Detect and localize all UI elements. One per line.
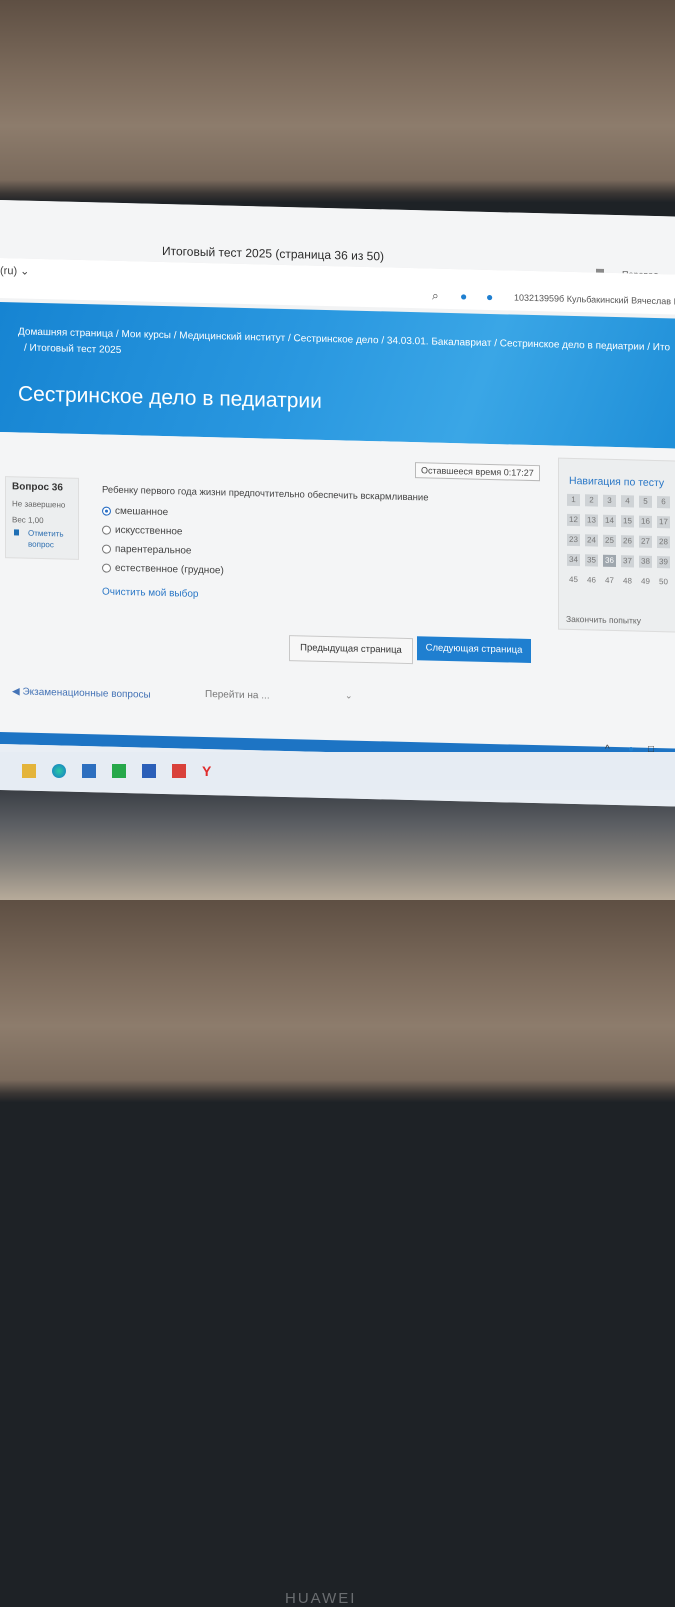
quiz-nav-cell[interactable]: 46 (585, 574, 598, 586)
quiz-nav-cell[interactable]: 34 (567, 553, 580, 567)
display-icon[interactable]: □ (648, 744, 654, 755)
quiz-navigation-title: Навигация по тесту (569, 474, 665, 490)
next-page-button[interactable]: Следующая страница (417, 636, 531, 663)
language-label: (ru) (0, 265, 18, 278)
quiz-nav-cell[interactable]: 3 (603, 494, 616, 508)
answer-option[interactable]: смешанное (102, 505, 168, 518)
radio-button[interactable] (102, 525, 111, 535)
quiz-nav-cell[interactable]: 24 (585, 534, 598, 547)
quiz-nav-cell[interactable]: 26 (621, 535, 634, 548)
taskbar (0, 752, 675, 790)
anydesk-icon[interactable] (172, 764, 186, 778)
quiz-nav-cell[interactable]: 39 (657, 556, 670, 569)
question-info: Вопрос 36 Не завершено Вес 1,00 Отметить… (5, 476, 79, 560)
radio-button[interactable] (102, 506, 111, 516)
question-state: Не завершено (12, 499, 66, 510)
quiz-nav-cell[interactable]: 47 (603, 575, 616, 587)
flag-icon[interactable] (14, 529, 19, 536)
radio-button[interactable] (102, 563, 111, 573)
answer-option[interactable]: искусственное (102, 524, 182, 537)
quiz-nav-cell[interactable]: 15 (621, 515, 634, 528)
quiz-nav-cell[interactable]: 12 (567, 513, 580, 527)
radio-button[interactable] (102, 544, 111, 554)
quiz-nav-cell[interactable]: 14 (603, 514, 616, 528)
laptop-screen: Итоговый тест 2025 (страница 36 из 50) П… (0, 200, 675, 807)
course-header (0, 302, 675, 449)
app-icon[interactable] (112, 764, 126, 778)
quiz-nav-cell[interactable]: 25 (603, 534, 616, 548)
laptop-bezel: HUAWEI (0, 790, 675, 1607)
store-icon[interactable] (82, 764, 96, 778)
finish-attempt-link[interactable]: Закончить попытку (566, 614, 641, 626)
quiz-nav-cell[interactable]: 37 (621, 555, 634, 568)
quiz-nav-cell[interactable]: 36 (603, 554, 616, 568)
quiz-nav-cell[interactable]: 2 (585, 494, 598, 507)
chevron-up-icon[interactable]: ^ (605, 744, 610, 755)
cloud-icon[interactable]: ● (628, 744, 634, 755)
chevron-down-icon: ⌄ (345, 690, 353, 701)
answer-option[interactable]: парентеральное (102, 543, 191, 557)
quiz-nav-cell[interactable]: 5 (639, 495, 652, 508)
previous-page-button[interactable]: Предыдущая страница (289, 635, 413, 665)
quiz-nav-cell[interactable]: 4 (621, 495, 634, 508)
question-weight: Вес 1,00 (12, 515, 44, 526)
quiz-nav-cell[interactable]: 28 (657, 536, 670, 549)
language-menu[interactable]: (ru) ⌄ (0, 264, 29, 278)
yandex-icon[interactable]: Y (202, 764, 216, 778)
laptop-brand: HUAWEI (285, 1590, 357, 1607)
chevron-down-icon: ⌄ (20, 265, 30, 278)
quiz-nav-cell[interactable]: 27 (639, 535, 652, 548)
edge-icon[interactable] (52, 764, 66, 778)
word-icon[interactable] (142, 764, 156, 778)
quiz-nav-cell[interactable]: 1 (567, 493, 580, 507)
quiz-nav-cell[interactable]: 48 (621, 575, 634, 587)
quiz-nav-cell[interactable]: 16 (639, 515, 652, 528)
quiz-nav-cell[interactable]: 6 (657, 496, 670, 509)
quiz-nav-cell[interactable]: 17 (657, 516, 670, 529)
flag-question-link[interactable]: Отметить вопрос (28, 528, 64, 551)
chat-icon[interactable]: ● (486, 290, 493, 304)
bell-icon[interactable]: ● (460, 289, 467, 303)
clear-choice-link[interactable]: Очистить мой выбор (102, 586, 198, 599)
quiz-nav-cell[interactable]: 35 (585, 554, 598, 567)
quiz-timer: Оставшееся время 0:17:27 (415, 462, 540, 482)
quiz-nav-cell[interactable]: 49 (639, 576, 652, 588)
search-icon[interactable]: ⌕ (432, 289, 439, 304)
question-number: Вопрос 36 (12, 481, 63, 494)
quiz-nav-cell[interactable]: 23 (567, 533, 580, 547)
quiz-nav-cell[interactable]: 38 (639, 555, 652, 568)
quiz-nav-cell[interactable]: 50 (657, 576, 670, 588)
quiz-nav-cell[interactable]: 13 (585, 514, 598, 527)
folder-icon[interactable] (22, 764, 36, 778)
quiz-nav-cell[interactable]: 45 (567, 574, 580, 586)
